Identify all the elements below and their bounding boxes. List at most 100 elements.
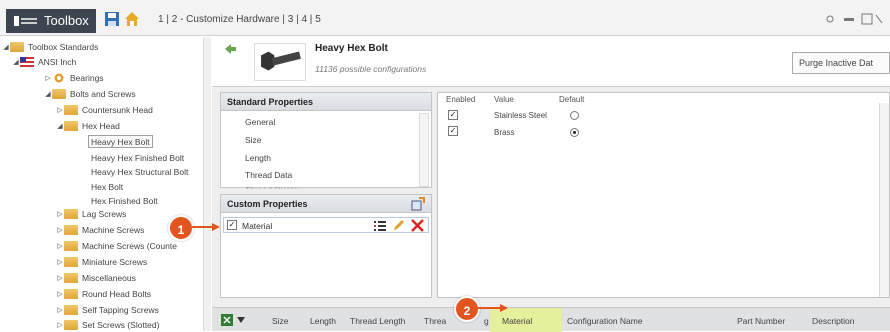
value-brass[interactable]: Brass — [494, 128, 514, 137]
home-icon[interactable] — [124, 11, 140, 27]
step-5-link[interactable]: 5 — [315, 14, 321, 25]
std-prop-length[interactable]: Length — [245, 153, 271, 163]
tree-item-toolbox-standards[interactable]: ◢ Toolbox Standards — [2, 40, 98, 53]
custom-property-row-material[interactable]: ✓ Material — [223, 217, 429, 233]
value-stainless-steel[interactable]: Stainless Steel — [494, 111, 547, 120]
callout-1: 1 — [168, 215, 194, 241]
col-value: Value — [494, 95, 514, 104]
toolbox-icon — [14, 16, 37, 26]
col-default: Default — [559, 95, 585, 104]
stainless-steel-enabled-checkbox[interactable]: ✓ — [448, 110, 458, 120]
tree-item-round-head-bolts[interactable]: ▷ Round Head Bolts — [56, 287, 151, 300]
col-thread-length[interactable]: Thread Length — [350, 316, 405, 326]
col-g[interactable]: g — [484, 316, 489, 326]
step-3-link[interactable]: 3 — [288, 14, 294, 25]
tree-item-hex-finished-bolt[interactable]: Hex Finished Bolt — [91, 194, 158, 207]
folder-icon — [64, 304, 78, 315]
folder-icon — [64, 288, 78, 299]
folder-icon — [64, 319, 78, 330]
tree-item-machine-screws-countersunk[interactable]: ▷ Machine Screws (Counte — [56, 239, 177, 252]
excel-icon[interactable] — [220, 313, 234, 327]
tree-item-lag-screws[interactable]: ▷ Lag Screws — [56, 207, 126, 220]
tree-item-miniature-screws[interactable]: ▷ Miniature Screws — [56, 255, 147, 268]
title-bar: Toolbox 1 | 2 - Customize Hardware | 3 |… — [0, 0, 890, 36]
tree-item-bolts-and-screws[interactable]: ◢ Bolts and Screws — [44, 87, 136, 100]
brass-enabled-checkbox[interactable]: ✓ — [448, 126, 458, 136]
tree-item-bearings[interactable]: ▷ Bearings — [44, 71, 103, 84]
std-prop-general[interactable]: General — [245, 117, 275, 127]
breadcrumb: 1 | 2 - Customize Hardware | 3 | 4 | 5 — [158, 14, 321, 25]
tree-item-set-screws-slotted[interactable]: ▷ Set Screws (Slotted) — [56, 318, 159, 331]
brass-default-radio[interactable] — [570, 128, 579, 137]
edit-icon[interactable] — [392, 219, 405, 232]
configurations-count: 11136 possible configurations — [315, 64, 427, 74]
folder-icon — [64, 240, 78, 251]
col-configuration-name[interactable]: Configuration Name — [567, 316, 643, 326]
callout-1-arrow — [192, 223, 220, 231]
window-controls[interactable] — [824, 12, 884, 26]
tree-item-ansi-inch[interactable]: ◢ ANSI Inch — [12, 55, 76, 68]
std-prop-size[interactable]: Size — [245, 135, 262, 145]
folder-icon — [64, 272, 78, 283]
tree-item-hex-bolt[interactable]: Hex Bolt — [91, 180, 123, 193]
custom-properties-title: Custom Properties — [227, 199, 308, 209]
custom-properties-header: Custom Properties — [221, 195, 431, 213]
callout-2: 2 — [454, 296, 480, 322]
step-2-link[interactable]: 2 - Customize Hardware — [172, 14, 280, 25]
bearing-icon — [54, 73, 64, 82]
save-icon[interactable] — [104, 11, 120, 27]
col-material[interactable]: Material — [502, 316, 532, 326]
folder-icon — [64, 120, 78, 131]
part-title: Heavy Hex Bolt — [315, 43, 388, 54]
step-4-link[interactable]: 4 — [301, 14, 307, 25]
main-area: Heavy Hex Bolt 11136 possible configurat… — [212, 37, 890, 332]
toolbox-label: Toolbox — [44, 13, 89, 28]
col-enabled: Enabled — [446, 95, 476, 104]
col-length[interactable]: Length — [310, 316, 336, 326]
back-arrow-icon[interactable] — [222, 41, 238, 57]
tree-item-self-tapping-screws[interactable]: ▷ Self Tapping Screws — [56, 303, 159, 316]
folder-icon — [64, 104, 78, 115]
tree-item-heavy-hex-bolt[interactable]: Heavy Hex Bolt — [88, 135, 153, 148]
configuration-table-header: Size Length Thread Length Threa g Materi… — [212, 307, 890, 332]
material-checkbox[interactable]: ✓ — [227, 220, 237, 230]
tree-scrollbar[interactable] — [203, 37, 211, 331]
folder-icon — [64, 224, 78, 235]
col-part-number[interactable]: Part Number — [737, 316, 785, 326]
tree-item-machine-screws[interactable]: ▷ Machine Screws — [56, 223, 144, 236]
part-header: Heavy Hex Bolt 11136 possible configurat… — [212, 37, 890, 87]
values-grid: Enabled Value Default ✓ Stainless Steel … — [437, 92, 890, 298]
standard-properties-scrollbar[interactable] — [419, 113, 429, 187]
folder-icon — [64, 208, 78, 219]
callout-2-arrow — [478, 304, 508, 312]
list-icon[interactable] — [374, 220, 386, 231]
tree-item-heavy-hex-structural-bolt[interactable]: Heavy Hex Structural Bolt — [91, 165, 188, 178]
values-grid-scrollbar[interactable] — [879, 103, 889, 297]
tree-pane: ◢ Toolbox Standards ◢ ANSI Inch ▷ Bearin… — [0, 37, 211, 331]
standard-properties-panel: Standard Properties General Size Length … — [220, 92, 432, 189]
tree-item-miscellaneous[interactable]: ▷ Miscellaneous — [56, 271, 136, 284]
col-description[interactable]: Description — [812, 316, 855, 326]
tree-item-countersunk-head[interactable]: ▷ Countersunk Head — [56, 103, 153, 116]
folder-icon — [64, 256, 78, 267]
material-label: Material — [242, 221, 273, 231]
col-thread[interactable]: Threa — [424, 316, 446, 326]
step-1-link[interactable]: 1 — [158, 14, 164, 25]
tree-item-heavy-hex-finished-bolt[interactable]: Heavy Hex Finished Bolt — [91, 151, 184, 164]
folder-icon — [10, 41, 24, 52]
col-size[interactable]: Size — [272, 316, 289, 326]
purge-inactive-data-button[interactable]: Purge Inactive Dat — [792, 52, 890, 74]
delete-icon[interactable] — [410, 218, 425, 233]
add-property-icon[interactable] — [411, 197, 425, 211]
std-prop-thread-display[interactable]: Thread Display — [245, 185, 302, 189]
chevron-down-icon[interactable] — [237, 317, 245, 323]
bolt-thumbnail — [254, 43, 306, 81]
custom-properties-panel: Custom Properties ✓ Material — [220, 194, 432, 298]
us-flag-icon — [20, 56, 34, 67]
tree-item-hex-head[interactable]: ◢ Hex Head — [56, 119, 120, 132]
toolbox-tab[interactable]: Toolbox — [6, 9, 96, 33]
standard-properties-title: Standard Properties — [221, 93, 431, 111]
stainless-steel-default-radio[interactable] — [570, 111, 579, 120]
std-prop-thread-data[interactable]: Thread Data — [245, 170, 292, 180]
folder-icon — [52, 88, 66, 99]
